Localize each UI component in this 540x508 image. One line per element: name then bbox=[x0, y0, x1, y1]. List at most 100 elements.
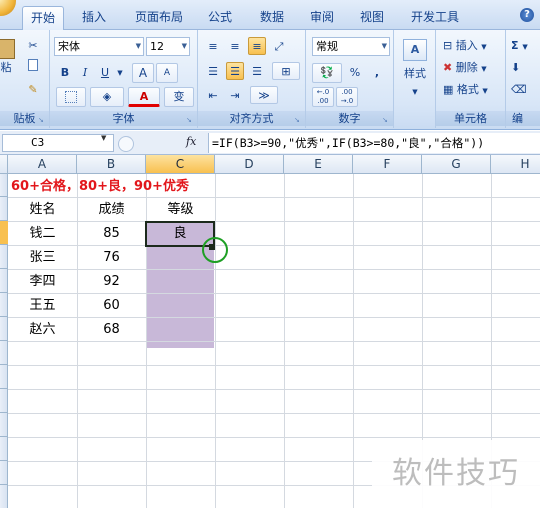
row-header-10[interactable] bbox=[0, 389, 8, 413]
delete-cells-button[interactable]: ✖ 删除 ▼ bbox=[442, 58, 502, 76]
alignment-launcher-icon[interactable]: ↘ bbox=[294, 116, 302, 124]
chevron-down-icon[interactable]: ▼ bbox=[101, 134, 106, 142]
underline-button[interactable]: U bbox=[96, 63, 114, 83]
wrap-text-button[interactable]: ≫ bbox=[250, 86, 278, 104]
insert-cells-button[interactable]: ⊟ 插入 ▼ bbox=[442, 36, 502, 54]
cell-name[interactable]: 王五 bbox=[8, 294, 77, 317]
row-header-2[interactable] bbox=[0, 197, 8, 221]
row-header-3[interactable] bbox=[0, 221, 8, 245]
decrease-indent-button[interactable]: ⇤ bbox=[204, 86, 222, 104]
styles-button[interactable]: A 样式 ▼ bbox=[398, 36, 432, 106]
shrink-font-button[interactable]: A bbox=[156, 63, 178, 83]
autosum-button[interactable]: Σ ▼ bbox=[510, 36, 538, 54]
name-box[interactable]: C3 bbox=[2, 134, 114, 152]
italic-button[interactable]: I bbox=[76, 63, 94, 83]
row-header-6[interactable] bbox=[0, 293, 8, 317]
tab-view[interactable]: 视图 bbox=[352, 6, 392, 30]
row-header-5[interactable] bbox=[0, 269, 8, 293]
cell-c2-grade-header[interactable]: 等级 bbox=[146, 198, 215, 221]
active-cell-value[interactable]: 良 bbox=[147, 224, 213, 244]
column-header-d[interactable]: D bbox=[215, 155, 284, 174]
tab-home[interactable]: 开始 bbox=[22, 6, 64, 30]
tab-formulas[interactable]: 公式 bbox=[200, 6, 240, 30]
font-size-dropdown[interactable]: 12 ▼ bbox=[146, 37, 190, 56]
cell-a1-note[interactable]: 60+合格，80+良，90+优秀 bbox=[11, 175, 189, 198]
select-all-corner[interactable] bbox=[0, 155, 8, 174]
row-header-strip[interactable] bbox=[0, 174, 8, 508]
phonetic-button[interactable]: 变 bbox=[164, 87, 194, 107]
copy-button[interactable] bbox=[24, 58, 42, 76]
format-painter-button[interactable]: ✎ bbox=[24, 80, 42, 98]
align-center-button[interactable]: ☰ bbox=[226, 62, 244, 80]
tab-developer[interactable]: 开发工具 bbox=[404, 6, 466, 30]
clipboard-launcher-icon[interactable]: ↘ bbox=[38, 116, 46, 124]
percent-button[interactable]: % bbox=[346, 63, 364, 83]
increase-indent-button[interactable]: ⇥ bbox=[226, 86, 244, 104]
bold-button[interactable]: B bbox=[56, 63, 74, 83]
row-header-13[interactable] bbox=[0, 461, 8, 485]
cell-grade[interactable] bbox=[146, 318, 215, 341]
font-name-dropdown[interactable]: 宋体 ▼ bbox=[54, 37, 144, 56]
cell-name[interactable]: 赵六 bbox=[8, 318, 77, 341]
fill-button[interactable]: ⬇ bbox=[510, 58, 538, 76]
borders-button[interactable] bbox=[56, 87, 86, 107]
row-header-9[interactable] bbox=[0, 365, 8, 389]
cell-grade[interactable] bbox=[146, 294, 215, 317]
paste-button[interactable]: 粘 bbox=[0, 38, 18, 78]
fx-icon[interactable]: fx bbox=[186, 135, 196, 148]
office-button[interactable] bbox=[0, 0, 16, 16]
tab-insert[interactable]: 插入 bbox=[76, 6, 112, 30]
tab-page-layout[interactable]: 页面布局 bbox=[128, 6, 190, 30]
column-header-c[interactable]: C bbox=[146, 155, 215, 174]
help-icon[interactable]: ? bbox=[520, 8, 534, 22]
row-header-11[interactable] bbox=[0, 413, 8, 437]
cancel-entry-icon[interactable] bbox=[118, 136, 134, 152]
tab-data[interactable]: 数据 bbox=[252, 6, 292, 30]
column-header-b[interactable]: B bbox=[77, 155, 146, 174]
cell-score[interactable]: 68 bbox=[77, 318, 146, 341]
cut-button[interactable]: ✂ bbox=[24, 36, 42, 54]
decrease-decimal-button[interactable]: .00 →.0 bbox=[336, 87, 358, 107]
font-color-button[interactable]: A bbox=[128, 87, 160, 107]
align-top-button[interactable]: ≡ bbox=[204, 37, 222, 55]
currency-button[interactable]: 💱 bbox=[312, 63, 342, 83]
worksheet-grid[interactable]: A B C D E F G H 60+合格，80+良，90+优秀 姓名 成绩 等… bbox=[0, 155, 540, 508]
cell-score[interactable]: 76 bbox=[77, 246, 146, 269]
comma-button[interactable]: , bbox=[368, 63, 386, 83]
increase-decimal-button[interactable]: ←.0 .00 bbox=[312, 87, 334, 107]
underline-dropdown[interactable]: ▼ bbox=[116, 63, 124, 83]
cell-a2-name-header[interactable]: 姓名 bbox=[8, 198, 77, 221]
tab-review[interactable]: 审阅 bbox=[302, 6, 342, 30]
cell-b2-score-header[interactable]: 成绩 bbox=[77, 198, 146, 221]
cell-name[interactable]: 钱二 bbox=[8, 222, 77, 245]
column-header-g[interactable]: G bbox=[422, 155, 491, 174]
column-header-e[interactable]: E bbox=[284, 155, 353, 174]
grow-font-button[interactable]: A bbox=[132, 63, 154, 83]
row-header-1[interactable] bbox=[0, 174, 8, 197]
number-format-dropdown[interactable]: 常规 ▼ bbox=[312, 37, 390, 56]
column-header-f[interactable]: F bbox=[353, 155, 422, 174]
format-cells-button[interactable]: ▦ 格式 ▼ bbox=[442, 80, 502, 98]
align-left-button[interactable]: ☰ bbox=[204, 62, 222, 80]
align-middle-button[interactable]: ≡ bbox=[226, 37, 244, 55]
number-launcher-icon[interactable]: ↘ bbox=[382, 116, 390, 124]
cell-name[interactable]: 李四 bbox=[8, 270, 77, 293]
align-right-button[interactable]: ☰ bbox=[248, 62, 266, 80]
row-header-7[interactable] bbox=[0, 317, 8, 341]
formula-input[interactable]: =IF(B3>=90,"优秀",IF(B3>=80,"良","合格")) bbox=[208, 133, 540, 153]
cell-score[interactable]: 92 bbox=[77, 270, 146, 293]
row-header-8[interactable] bbox=[0, 341, 8, 365]
column-header-a[interactable]: A bbox=[8, 155, 77, 174]
align-bottom-button[interactable]: ≡ bbox=[248, 37, 266, 55]
cell-grade[interactable] bbox=[146, 270, 215, 293]
column-header-h[interactable]: H bbox=[491, 155, 540, 174]
fill-color-button[interactable]: ◈ bbox=[90, 87, 124, 107]
row-header-14[interactable] bbox=[0, 485, 8, 508]
cell-name[interactable]: 张三 bbox=[8, 246, 77, 269]
row-header-12[interactable] bbox=[0, 437, 8, 461]
clear-button[interactable]: ⌫ bbox=[510, 80, 538, 98]
row-header-4[interactable] bbox=[0, 245, 8, 269]
cell-score[interactable]: 85 bbox=[77, 222, 146, 245]
cell-score[interactable]: 60 bbox=[77, 294, 146, 317]
orientation-button[interactable]: ⤢ bbox=[270, 37, 288, 55]
